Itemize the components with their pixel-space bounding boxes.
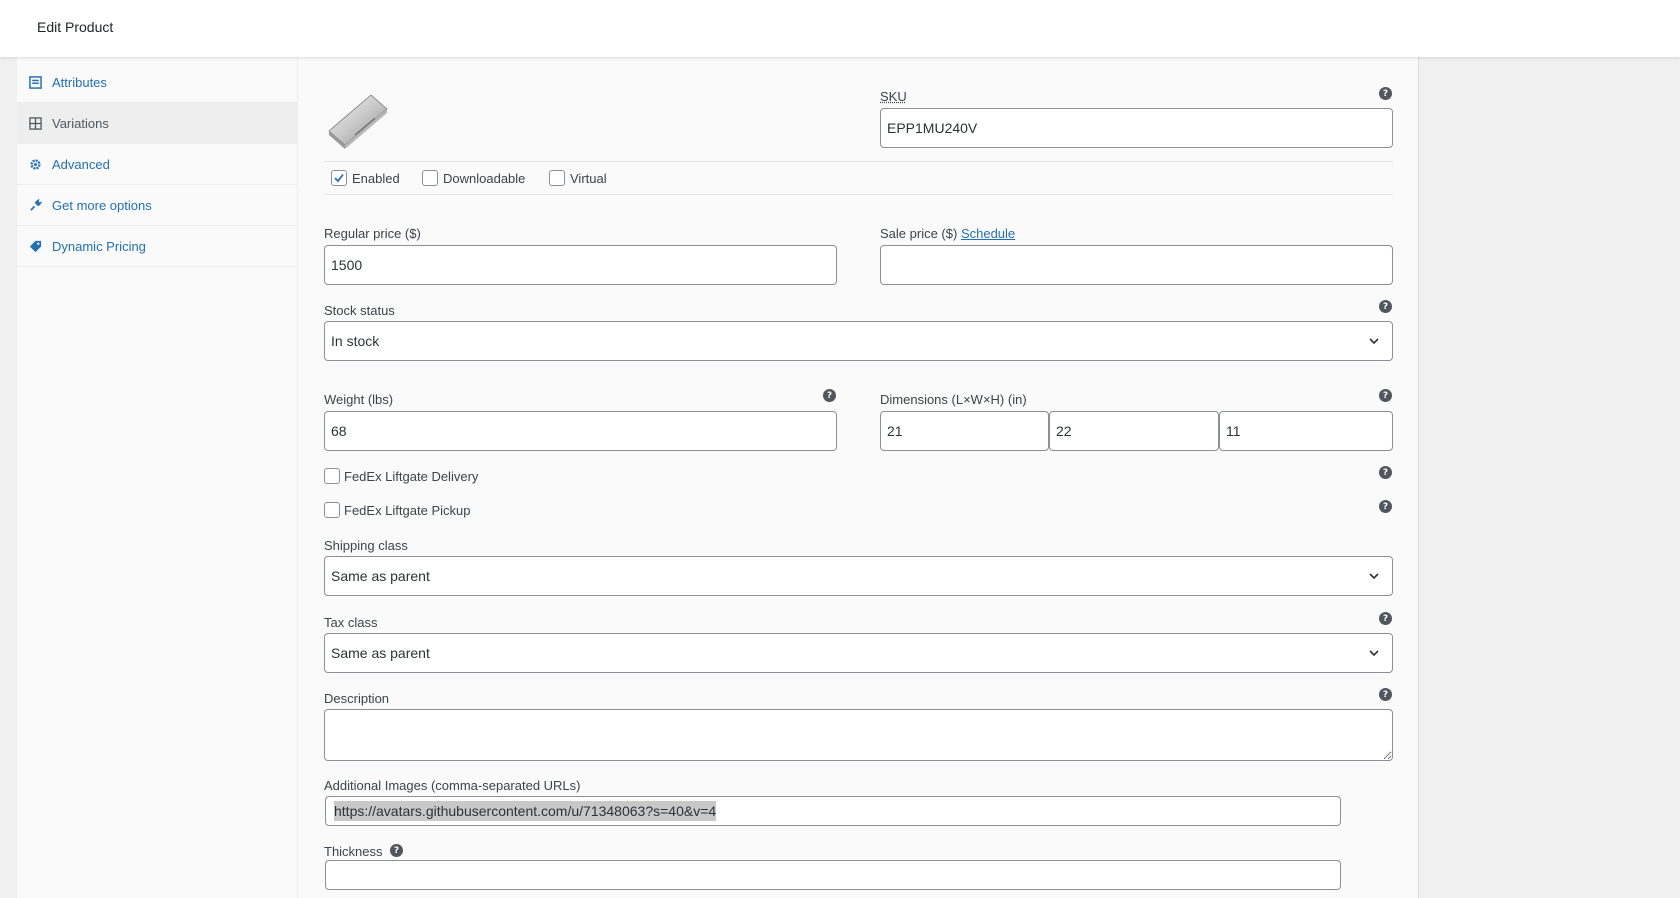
tab-label: Dynamic Pricing [52, 238, 146, 254]
additional-images-input[interactable]: https://avatars.githubusercontent.com/u/… [325, 796, 1341, 826]
divider [324, 161, 1393, 162]
tab-get-more-options[interactable]: Get more options [17, 185, 297, 226]
help-icon: ? [1379, 87, 1392, 100]
chevron-down-icon [1369, 573, 1379, 580]
regular-price-input[interactable]: 1500 [324, 245, 837, 285]
help-icon: ? [1379, 300, 1392, 313]
shipping-class-select[interactable]: Same as parent [324, 556, 1393, 596]
downloadable-checkbox[interactable] [422, 170, 438, 186]
tax-class-value: Same as parent [331, 645, 430, 661]
thickness-input[interactable] [325, 860, 1341, 890]
regular-price-label: Regular price ($) [324, 226, 421, 241]
fedex-liftgate-delivery-label: FedEx Liftgate Delivery [344, 469, 479, 484]
sku-label: SKU [880, 89, 907, 104]
thickness-label: Thickness [324, 844, 383, 859]
length-input[interactable]: 21 [880, 411, 1049, 451]
tag-icon [28, 239, 42, 253]
help-icon: ? [390, 844, 403, 857]
dimensions-label: Dimensions (L×W×H) (in) [880, 392, 1027, 407]
page-title: Edit Product [37, 19, 114, 35]
product-data-tabs: Attributes Variations Advanced Get more … [17, 57, 298, 898]
tax-class-label: Tax class [324, 615, 378, 630]
variation-image[interactable] [325, 87, 389, 151]
help-icon: ? [823, 389, 836, 402]
help-icon: ? [1379, 612, 1392, 625]
sale-price-label-text: Sale price ($) [880, 226, 958, 241]
schedule-link[interactable]: Schedule [961, 226, 1015, 241]
chevron-down-icon [1369, 338, 1379, 345]
virtual-label: Virtual [570, 171, 607, 186]
additional-images-label: Additional Images (comma-separated URLs) [324, 778, 581, 793]
top-bar: Edit Product [0, 0, 1680, 57]
gear-icon [28, 157, 42, 171]
width-input[interactable]: 22 [1049, 411, 1219, 451]
tax-class-select[interactable]: Same as parent [324, 633, 1393, 673]
tab-label: Variations [52, 115, 109, 131]
tab-label: Advanced [52, 156, 110, 172]
weight-label: Weight (lbs) [324, 392, 394, 407]
sku-input[interactable]: EPP1MU240V [880, 108, 1393, 148]
help-icon: ? [1379, 500, 1392, 513]
sale-price-input[interactable] [880, 245, 1393, 285]
chevron-down-icon [1369, 650, 1379, 657]
enabled-label: Enabled [352, 171, 400, 186]
enabled-checkbox[interactable] [331, 170, 347, 186]
description-textarea[interactable] [324, 709, 1393, 761]
additional-images-value: https://avatars.githubusercontent.com/u/… [334, 801, 717, 821]
grid-icon [28, 116, 42, 130]
downloadable-label: Downloadable [443, 171, 526, 186]
help-icon: ? [1379, 389, 1392, 402]
divider [324, 194, 1393, 195]
stock-status-label: Stock status [324, 303, 395, 318]
plug-icon [28, 198, 42, 212]
help-icon: ? [1379, 466, 1392, 479]
shipping-class-value: Same as parent [331, 568, 430, 584]
stock-status-select[interactable]: In stock [324, 321, 1393, 361]
tab-attributes[interactable]: Attributes [17, 62, 297, 103]
stock-status-value: In stock [331, 333, 380, 349]
sale-price-label: Sale price ($) Schedule [880, 226, 1015, 241]
virtual-checkbox[interactable] [549, 170, 565, 186]
tab-advanced[interactable]: Advanced [17, 144, 297, 185]
shipping-class-label: Shipping class [324, 538, 408, 553]
fedex-liftgate-pickup-checkbox[interactable] [324, 502, 340, 518]
tab-label: Get more options [52, 197, 152, 213]
list-icon [28, 75, 42, 89]
height-input[interactable]: 11 [1219, 411, 1393, 451]
fedex-liftgate-pickup-label: FedEx Liftgate Pickup [344, 503, 471, 518]
tab-label: Attributes [52, 74, 107, 90]
description-label: Description [324, 691, 390, 706]
weight-input[interactable]: 68 [324, 411, 837, 451]
fedex-liftgate-delivery-checkbox[interactable] [324, 468, 340, 484]
tab-variations[interactable]: Variations [17, 103, 297, 144]
tab-dynamic-pricing[interactable]: Dynamic Pricing [17, 226, 297, 267]
help-icon: ? [1379, 688, 1392, 701]
